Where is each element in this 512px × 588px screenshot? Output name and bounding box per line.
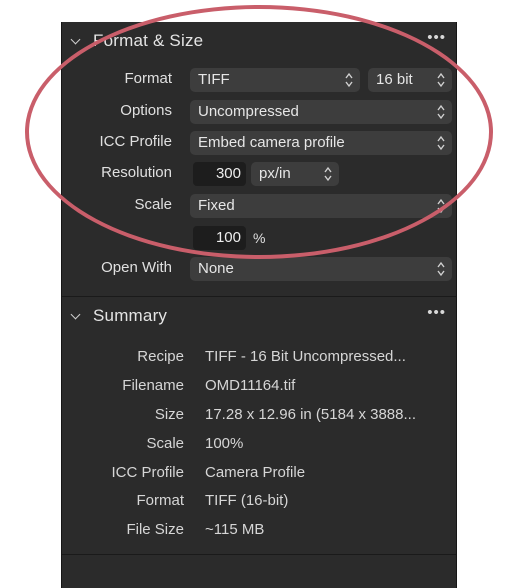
chevron-down-icon[interactable] (70, 309, 81, 320)
summary-label-scale: Scale (146, 435, 184, 452)
summary-value-format: TIFF (16-bit) (205, 492, 289, 509)
resolution-unit-value: px/in (259, 165, 291, 182)
bit-depth-select[interactable]: 16 bit (368, 68, 452, 92)
scale-percent-field[interactable]: 100 (193, 226, 246, 250)
scale-percent-value: 100 (215, 229, 241, 246)
scale-value: Fixed (198, 197, 235, 214)
scale-label: Scale (134, 196, 172, 213)
summary-value-recipe: TIFF - 16 Bit Uncompressed... (205, 348, 406, 365)
updown-chevron-icon (437, 198, 445, 214)
resolution-label: Resolution (101, 164, 172, 181)
summary-value-file-size: ~115 MB (205, 521, 265, 538)
icc-profile-select[interactable]: Embed camera profile (190, 131, 452, 155)
open-with-value: None (198, 260, 234, 277)
format-select[interactable]: TIFF (190, 68, 360, 92)
options-label: Options (120, 102, 172, 119)
updown-chevron-icon (437, 72, 445, 88)
summary-value-icc-profile: Camera Profile (205, 464, 306, 481)
scale-percent-unit: % (253, 230, 266, 246)
summary-value-size: 17.28 x 12.96 in (5184 x 3888... (205, 406, 416, 423)
section-divider (62, 296, 456, 297)
bit-depth-value: 16 bit (376, 71, 413, 88)
updown-chevron-icon (324, 166, 332, 182)
updown-chevron-icon (437, 104, 445, 120)
more-options-icon[interactable]: ••• (427, 30, 446, 45)
format-size-title: Format & Size (93, 31, 204, 50)
summary-header[interactable]: Summary ••• (62, 303, 456, 333)
icc-profile-value: Embed camera profile (198, 134, 345, 151)
summary-label-format: Format (136, 492, 184, 509)
updown-chevron-icon (437, 135, 445, 151)
summary-label-icc-profile: ICC Profile (111, 464, 184, 481)
updown-chevron-icon (437, 261, 445, 277)
options-value: Uncompressed (198, 103, 299, 120)
more-options-icon[interactable]: ••• (427, 305, 446, 320)
resolution-value: 300 (215, 165, 241, 182)
section-divider (62, 554, 456, 555)
resolution-unit-select[interactable]: px/in (251, 162, 339, 186)
icc-profile-label: ICC Profile (99, 133, 172, 150)
summary-title: Summary (93, 306, 168, 325)
chevron-down-icon[interactable] (70, 34, 81, 45)
summary-label-size: Size (154, 406, 184, 423)
summary-value-scale: 100% (205, 435, 244, 452)
summary-label-filename: Filename (122, 377, 184, 394)
scale-select[interactable]: Fixed (190, 194, 452, 218)
summary-value-filename: OMD11164.tif (205, 377, 296, 394)
summary-label-recipe: Recipe (137, 348, 184, 365)
summary-label-file-size: File Size (126, 521, 184, 538)
output-inspector-panel: Format & Size ••• Format TIFF 16 bit Opt… (61, 22, 457, 588)
open-with-select[interactable]: None (190, 257, 452, 281)
format-label: Format (124, 70, 172, 87)
resolution-field[interactable]: 300 (193, 162, 246, 186)
open-with-label: Open With (101, 259, 172, 276)
format-select-value: TIFF (198, 71, 230, 88)
updown-chevron-icon (345, 72, 353, 88)
options-select[interactable]: Uncompressed (190, 100, 452, 124)
format-size-header[interactable]: Format & Size ••• (62, 28, 456, 58)
